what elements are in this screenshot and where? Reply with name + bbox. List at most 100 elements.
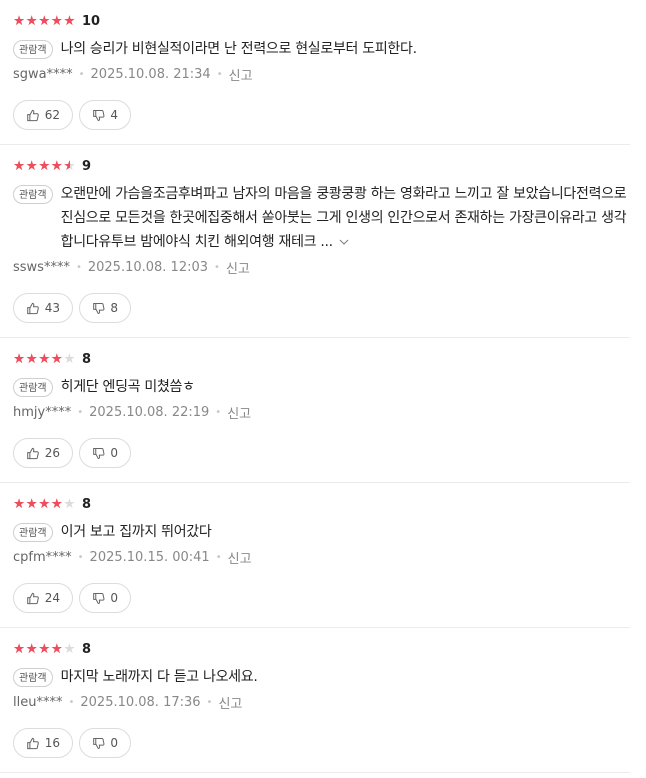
like-count: 26 <box>44 446 60 460</box>
review-date: 2025.10.08. 17:36 <box>80 694 201 710</box>
review-date: 2025.10.08. 22:19 <box>89 404 210 420</box>
star-rating: ★★★★★ ★★★★★ <box>13 158 77 174</box>
review-text: 히게단 엔딩곡 미쳤씀ㅎ <box>60 379 195 395</box>
rating-row: ★★★★★ ★★★★★ 9 <box>13 157 630 175</box>
viewer-badge: 관람객 <box>13 378 53 397</box>
like-button[interactable]: 16 <box>13 728 73 758</box>
thumbs-down-icon <box>93 737 105 749</box>
thumbs-down-icon <box>93 302 105 314</box>
thumbs-down-icon <box>93 592 105 604</box>
author-id: ssws**** <box>13 259 70 275</box>
review-meta: lleu**** • 2025.10.08. 17:36 • 신고 <box>13 692 630 712</box>
thumbs-up-icon <box>27 302 39 314</box>
separator-dot: • <box>75 261 82 273</box>
separator-dot: • <box>77 551 84 563</box>
thumbs-up-icon <box>27 109 39 121</box>
author-id: lleu**** <box>13 694 63 710</box>
rating-row: ★★★★★ ★★★★★ 8 <box>13 640 630 658</box>
review-meta: hmjy**** • 2025.10.08. 22:19 • 신고 <box>13 402 630 422</box>
viewer-badge: 관람객 <box>13 40 53 59</box>
review-text: 이거 보고 집까지 뛰어갔다 <box>60 524 212 540</box>
separator-dot: • <box>77 406 84 418</box>
vote-buttons: 16 0 <box>13 728 630 758</box>
review-text: 나의 승리가 비현실적이라면 난 전력으로 현실로부터 도피한다. <box>60 41 417 57</box>
viewer-badge: 관람객 <box>13 668 53 687</box>
dislike-count: 0 <box>110 446 118 460</box>
rating-score: 9 <box>82 158 92 174</box>
thumbs-down-icon <box>93 447 105 459</box>
dislike-button[interactable]: 0 <box>79 438 131 468</box>
review-date: 2025.10.08. 21:34 <box>90 66 211 82</box>
separator-dot: • <box>68 696 75 708</box>
author-id: sgwa**** <box>13 66 73 82</box>
separator-dot: • <box>206 696 213 708</box>
rating-score: 10 <box>82 13 101 29</box>
dislike-button[interactable]: 0 <box>79 728 131 758</box>
author-id: cpfm**** <box>13 549 72 565</box>
review-meta: sgwa**** • 2025.10.08. 21:34 • 신고 <box>13 64 630 84</box>
dislike-count: 0 <box>110 736 118 750</box>
star-rating-fill: ★★★★★ <box>13 641 64 657</box>
review-date: 2025.10.08. 12:03 <box>87 259 209 275</box>
star-rating: ★★★★★ ★★★★★ <box>13 351 77 367</box>
dislike-count: 4 <box>110 108 118 122</box>
report-link[interactable]: 신고 <box>227 403 251 422</box>
review-meta: ssws**** • 2025.10.08. 12:03 • 신고 <box>13 257 630 277</box>
like-button[interactable]: 43 <box>13 293 73 323</box>
like-button[interactable]: 26 <box>13 438 73 468</box>
vote-buttons: 62 4 <box>13 100 630 130</box>
separator-dot: • <box>78 68 85 80</box>
chevron-down-icon[interactable] <box>339 237 349 247</box>
rating-score: 8 <box>82 351 92 367</box>
star-rating-fill: ★★★★★ <box>13 496 64 512</box>
rating-row: ★★★★★ ★★★★★ 8 <box>13 495 630 513</box>
review-item: ★★★★★ ★★★★★ 10 관람객 나의 승리가 비현실적이라면 난 전력으로… <box>0 0 630 145</box>
review-item: ★★★★★ ★★★★★ 9 관람객 오랜만에 가슴을조금후벼파고 남자의 마음을… <box>0 145 630 338</box>
vote-buttons: 24 0 <box>13 583 630 613</box>
review-item: ★★★★★ ★★★★★ 8 관람객 히게단 엔딩곡 미쳤씀ㅎ hmjy**** … <box>0 338 630 483</box>
like-button[interactable]: 62 <box>13 100 73 130</box>
dislike-button[interactable]: 0 <box>79 583 131 613</box>
review-item: ★★★★★ ★★★★★ 8 관람객 이거 보고 집까지 뛰어갔다 cpfm***… <box>0 483 630 628</box>
review-list: ★★★★★ ★★★★★ 10 관람객 나의 승리가 비현실적이라면 난 전력으로… <box>0 0 630 773</box>
star-rating: ★★★★★ ★★★★★ <box>13 13 77 29</box>
like-button[interactable]: 24 <box>13 583 73 613</box>
review-date: 2025.10.15. 00:41 <box>89 549 210 565</box>
report-link[interactable]: 신고 <box>218 693 242 712</box>
rating-row: ★★★★★ ★★★★★ 8 <box>13 350 630 368</box>
vote-buttons: 26 0 <box>13 438 630 468</box>
thumbs-up-icon <box>27 447 39 459</box>
thumbs-up-icon <box>27 737 39 749</box>
report-link[interactable]: 신고 <box>226 258 250 277</box>
like-count: 62 <box>44 108 60 122</box>
thumbs-down-icon <box>93 109 105 121</box>
review-meta: cpfm**** • 2025.10.15. 00:41 • 신고 <box>13 547 630 567</box>
dislike-count: 8 <box>110 301 118 315</box>
review-text: 오랜만에 가슴을조금후벼파고 남자의 마음을 쿵쾅쿵쾅 하는 영화라고 느끼고 … <box>60 186 627 250</box>
star-rating-fill: ★★★★★ <box>13 351 64 367</box>
rating-score: 8 <box>82 496 92 512</box>
star-rating-fill: ★★★★★ <box>13 13 77 29</box>
dislike-button[interactable]: 8 <box>79 293 131 323</box>
author-id: hmjy**** <box>13 404 72 420</box>
viewer-badge: 관람객 <box>13 185 53 204</box>
viewer-badge: 관람객 <box>13 523 53 542</box>
star-rating-fill: ★★★★★ <box>13 158 70 174</box>
like-count: 16 <box>44 736 60 750</box>
report-link[interactable]: 신고 <box>228 548 252 567</box>
dislike-button[interactable]: 4 <box>79 100 131 130</box>
like-count: 24 <box>44 591 60 605</box>
separator-dot: • <box>216 68 223 80</box>
star-rating: ★★★★★ ★★★★★ <box>13 496 77 512</box>
report-link[interactable]: 신고 <box>229 65 253 84</box>
vote-buttons: 43 8 <box>13 293 630 323</box>
separator-dot: • <box>215 551 222 563</box>
review-text: 마지막 노래까지 다 듣고 나오세요. <box>60 669 258 685</box>
rating-score: 8 <box>82 641 92 657</box>
thumbs-up-icon <box>27 592 39 604</box>
separator-dot: • <box>214 261 220 273</box>
separator-dot: • <box>215 406 222 418</box>
like-count: 43 <box>44 301 60 315</box>
review-item: ★★★★★ ★★★★★ 8 관람객 마지막 노래까지 다 듣고 나오세요. ll… <box>0 628 630 773</box>
rating-row: ★★★★★ ★★★★★ 10 <box>13 12 630 30</box>
